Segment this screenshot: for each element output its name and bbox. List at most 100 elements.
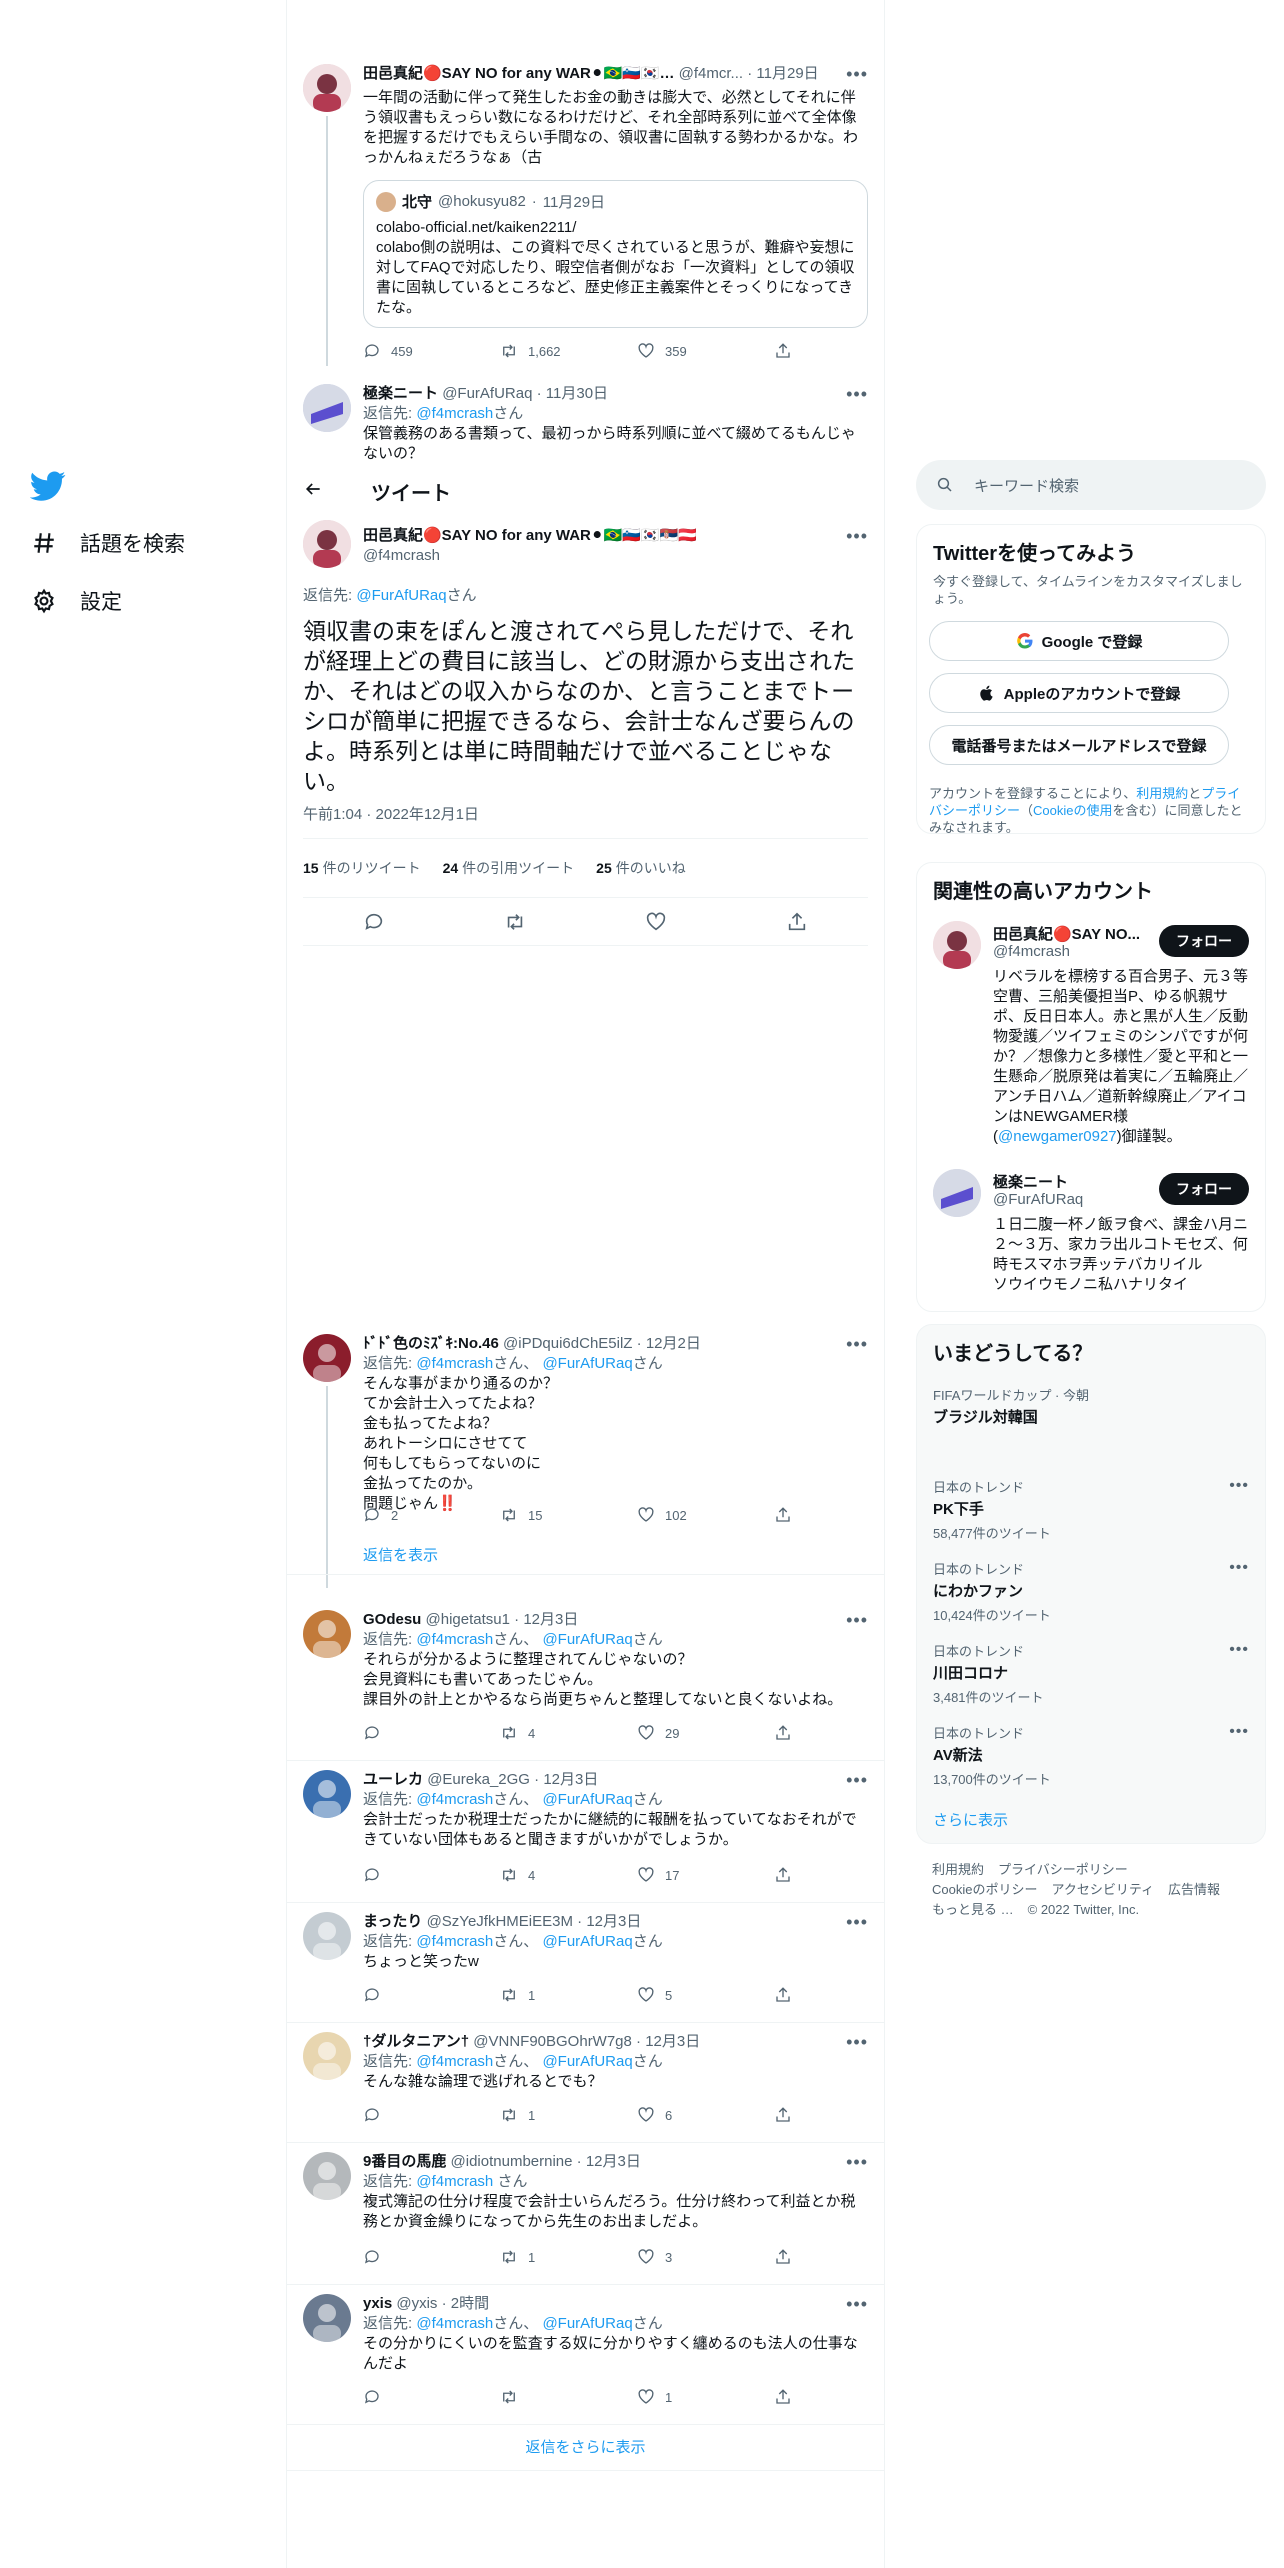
author-handle[interactable]: @f4mcr... (679, 65, 743, 82)
author-name[interactable]: yxis (363, 2295, 392, 2312)
tweet-time[interactable]: 12月3日 (523, 1611, 578, 1628)
author-name[interactable]: 極楽ニート (363, 385, 438, 402)
reply-icon[interactable] (363, 911, 385, 933)
share-button[interactable] (774, 2106, 794, 2124)
reply-mention[interactable]: @f4mcrash (416, 1631, 493, 1648)
follow-button[interactable]: フォロー (1159, 925, 1249, 957)
follow-button[interactable]: フォロー (1159, 1173, 1249, 1205)
reply-mention[interactable]: @FurAfURaq (542, 1355, 632, 1372)
more-options-icon[interactable]: ••• (1229, 1641, 1249, 1659)
reply-button[interactable]: 2 (363, 1506, 473, 1524)
reply-button[interactable] (363, 2248, 473, 2266)
tweet-time[interactable]: 12月3日 (543, 1771, 598, 1788)
more-options-icon[interactable]: ••• (846, 1610, 868, 1631)
show-replies-link[interactable]: 返信を表示 (363, 1544, 438, 1565)
author-handle[interactable]: @f4mcrash (363, 547, 440, 564)
retweet-button[interactable]: 1 (500, 2106, 610, 2124)
show-more-trends-link[interactable]: さらに表示 (933, 1809, 1249, 1830)
reply-mention[interactable]: @FurAfURaq (542, 1791, 632, 1808)
reply-button[interactable] (363, 1986, 473, 2004)
trend-item[interactable]: 日本のトレンド にわかファン 10,424件のツイート ••• (933, 1559, 1249, 1624)
like-button[interactable]: 1 (637, 2388, 747, 2406)
tweet-time[interactable]: 12月3日 (586, 2153, 641, 2170)
like-button[interactable]: 5 (637, 1986, 747, 2004)
author-handle[interactable]: @yxis (396, 2295, 437, 2312)
like-button[interactable]: 29 (637, 1724, 747, 1742)
tweet-time[interactable]: 12月3日 (645, 2033, 700, 2050)
author-handle[interactable]: @FurAfURaq (442, 385, 532, 402)
reply-mention[interactable]: @f4mcrash (416, 2053, 493, 2070)
footer-link[interactable]: 利用規約 (932, 1862, 984, 1877)
more-options-icon[interactable]: ••• (1229, 1723, 1249, 1741)
reply-mention[interactable]: @f4mcrash (416, 1933, 493, 1950)
avatar[interactable] (303, 1770, 351, 1818)
footer-link[interactable]: プライバシーポリシー (998, 1862, 1128, 1877)
account-name[interactable]: 田邑真紀🔴SAY NO... (993, 923, 1143, 944)
share-button[interactable] (774, 2248, 794, 2266)
share-button[interactable] (774, 1724, 794, 1742)
footer-link[interactable]: もっと見る … (932, 1902, 1014, 1917)
tweet-time[interactable]: 12月2日 (646, 1335, 701, 1352)
retweet-button[interactable]: 15 (500, 1506, 610, 1524)
avatar[interactable] (933, 921, 981, 969)
twitter-bird-icon[interactable] (30, 468, 66, 504)
author-name[interactable]: †ダルタニアン† (363, 2033, 469, 2050)
retweet-button[interactable]: 1 (500, 1986, 610, 2004)
cookie-link[interactable]: Cookieの使用 (1033, 803, 1112, 818)
retweet-button[interactable]: 4 (500, 1724, 610, 1742)
trend-item[interactable]: FIFAワールドカップ · 今朝 ブラジル対韓国 (933, 1385, 1249, 1427)
avatar[interactable] (303, 2294, 351, 2342)
avatar[interactable] (933, 1169, 981, 1217)
retweet-icon[interactable] (504, 911, 526, 933)
more-options-icon[interactable]: ••• (846, 64, 868, 85)
retweet-button[interactable]: 1 (500, 2248, 610, 2266)
account-handle[interactable]: @f4mcrash (993, 943, 1070, 960)
more-options-icon[interactable]: ••• (846, 526, 868, 547)
google-signup-button[interactable]: Google で登録 (929, 621, 1229, 661)
more-options-icon[interactable]: ••• (846, 2152, 868, 2173)
trend-item[interactable]: 日本のトレンド PK下手 58,477件のツイート ••• (933, 1477, 1249, 1542)
author-name[interactable]: ﾄﾞﾄﾞ色のﾐｽﾞｷ:No.46 (363, 1335, 499, 1352)
like-button[interactable]: 359 (637, 342, 747, 360)
footer-link[interactable]: アクセシビリティ (1051, 1882, 1154, 1897)
author-name[interactable]: まったり (363, 1913, 422, 1930)
avatar[interactable] (303, 2032, 351, 2080)
retweet-button[interactable]: 4 (500, 1866, 610, 1884)
more-options-icon[interactable]: ••• (846, 1912, 868, 1933)
reply-button[interactable] (363, 1724, 473, 1742)
share-icon[interactable] (786, 911, 808, 933)
quoted-tweet[interactable]: 北守 @hokusyu82 · 11月29日 colabo-official.n… (363, 180, 868, 328)
author-name[interactable]: ユーレカ (363, 1771, 423, 1788)
share-button[interactable] (774, 342, 794, 360)
more-options-icon[interactable]: ••• (1229, 1477, 1249, 1495)
more-options-icon[interactable]: ••• (846, 1770, 868, 1791)
retweet-button[interactable] (500, 2388, 610, 2406)
avatar[interactable] (303, 384, 351, 432)
back-arrow-icon[interactable] (303, 479, 337, 505)
like-button[interactable]: 17 (637, 1866, 747, 1884)
avatar[interactable] (303, 1334, 351, 1382)
quote-tweets-stat[interactable]: 24 件の引用ツイート (443, 858, 575, 878)
more-options-icon[interactable]: ••• (846, 2294, 868, 2315)
account-name[interactable]: 極楽ニート (993, 1171, 1143, 1192)
reply-mention[interactable]: @FurAfURaq (542, 1933, 632, 1950)
bio-mention[interactable]: @newgamer0927 (998, 1128, 1117, 1145)
author-handle[interactable]: @idiotnumbernine (451, 2153, 573, 2170)
terms-link[interactable]: 利用規約 (1136, 786, 1188, 801)
avatar[interactable] (303, 520, 351, 568)
reply-mention[interactable]: @FurAfURaq (542, 2053, 632, 2070)
author-handle[interactable]: @Eureka_2GG (427, 1771, 530, 1788)
author-name[interactable]: 田邑真紀🔴SAY NO for any WAR⚫🇧🇷🇸🇮🇰🇷… (363, 65, 674, 82)
tweet-time[interactable]: 11月30日 (546, 385, 608, 402)
reply-mention[interactable]: @f4mcrash (416, 405, 493, 422)
footer-link[interactable]: Cookieのポリシー (932, 1882, 1037, 1897)
author-name[interactable]: 9番目の馬鹿 (363, 2153, 446, 2170)
tweet-time[interactable]: 2時間 (451, 2295, 489, 2312)
apple-signup-button[interactable]: Appleのアカウントで登録 (929, 673, 1229, 713)
more-options-icon[interactable]: ••• (1229, 1559, 1249, 1577)
retweets-stat[interactable]: 15 件のリツイート (303, 858, 421, 878)
author-handle[interactable]: @SzYeJfkHMEiEE3M (427, 1913, 573, 1930)
reply-button[interactable] (363, 2388, 473, 2406)
author-name[interactable]: GOdesu (363, 1611, 421, 1628)
phone-email-signup-button[interactable]: 電話番号またはメールアドレスで登録 (929, 725, 1229, 765)
